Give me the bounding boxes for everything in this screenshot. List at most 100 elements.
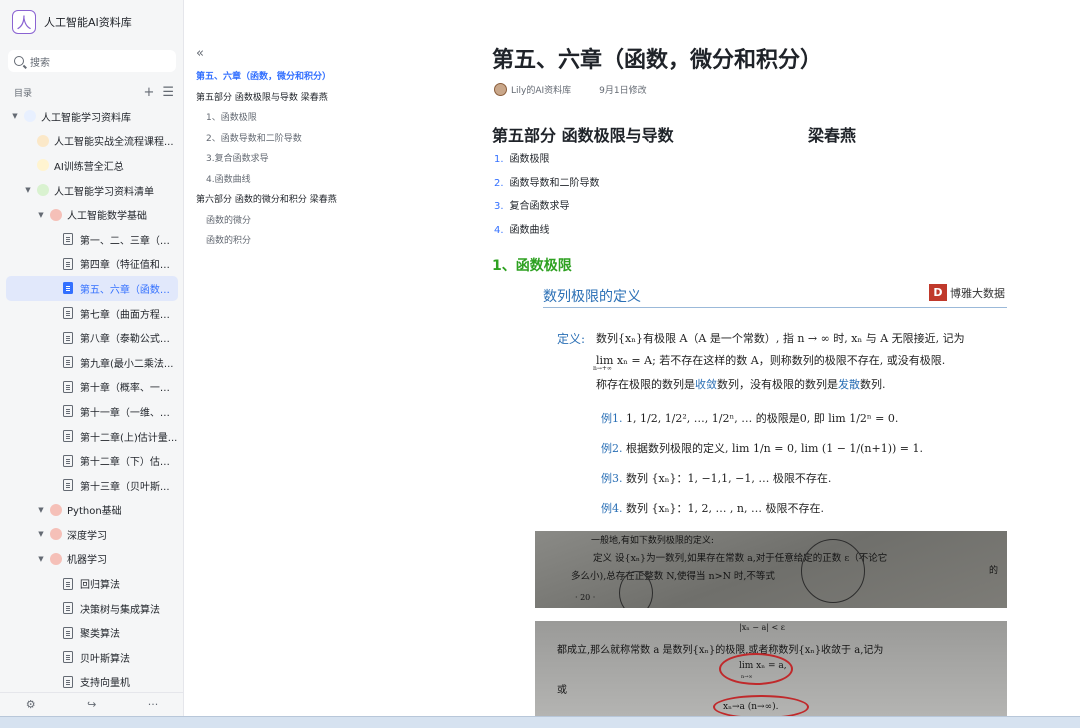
sidebar-tree-item[interactable]: 回归算法 [6, 571, 178, 596]
outline-item[interactable]: 2、函数导数和二阶导数 [196, 129, 466, 150]
sidebar-item-label: 第十三章（贝叶斯... [80, 481, 170, 493]
document-icon [63, 479, 73, 492]
sidebar-item-label: 贝叶斯算法 [80, 653, 130, 665]
sidebar-tree-item[interactable]: 支持向量机 [6, 670, 178, 695]
sidebar-tree-item[interactable]: ▼ 机器学习 [6, 547, 178, 572]
list-number: 4. [494, 224, 504, 236]
avatar[interactable] [494, 83, 507, 96]
modified-time: 9月1日修改 [599, 86, 647, 96]
sidebar-item-label: 第十一章（一维、二... [79, 407, 178, 419]
sidebar-tree-item[interactable]: 第四章（特征值和特... [6, 252, 178, 277]
def3-c: 数列. [860, 378, 886, 391]
sidebar-item-label: Python基础 [67, 506, 122, 518]
textbook-photo-2[interactable]: |xₙ − a| < ε 都成立,那么就称常数 a 是数列{xₙ}的极限,或者称… [535, 621, 1007, 716]
outline-item[interactable]: 第五部分 函数极限与导数 梁春燕 [196, 88, 466, 109]
brand[interactable]: 人 人工智能AI资料库 [12, 10, 132, 34]
node-icon [50, 552, 62, 565]
sidebar-item-label: 第八章（泰勒公式、... [79, 334, 178, 346]
sidebar-item-label: 支持向量机 [80, 678, 130, 690]
list-number: 1. [494, 154, 504, 165]
sidebar-tree-item[interactable]: 人工智能实战全流程课程... [6, 129, 178, 154]
list-text: 函数曲线 [509, 224, 550, 236]
sidebar-tree-item[interactable]: ▼ 人工智能学习资料库 [6, 104, 178, 129]
author-name[interactable]: Lily的AI资料库 [511, 83, 571, 96]
search-input[interactable]: 搜索 [8, 50, 176, 72]
list-settings-icon[interactable]: ☰ [162, 86, 174, 99]
sidebar-tree-item[interactable]: 第十三章（贝叶斯... [6, 473, 178, 498]
brand-logo-icon: 人 [12, 10, 36, 34]
collapse-outline-icon[interactable]: « [196, 46, 466, 61]
list-number: 2. [494, 177, 504, 189]
sidebar-tree-item[interactable]: 第十章（概率、一维... [6, 375, 178, 400]
node-icon [50, 528, 62, 541]
sidebar-tree-item[interactable]: 第十一章（一维、二... [6, 399, 178, 424]
example-1: 例1. 1, 1/2, 1/2², …, 1/2ⁿ, … 的极限是0, 即 li… [601, 410, 898, 426]
document-icon [63, 675, 73, 688]
node-icon [37, 184, 49, 197]
share-icon[interactable]: ↪ [87, 698, 96, 711]
outline-item[interactable]: 3.复合函数求导 [196, 149, 466, 170]
sidebar-item-label: 机器学习 [67, 555, 107, 567]
chevron-down-icon[interactable]: ▼ [23, 186, 33, 194]
sidebar-tree-item[interactable]: ▼ Python基础 [6, 498, 178, 523]
example-1-label: 例1. [601, 412, 623, 425]
document-icon [62, 282, 73, 295]
example-3: 例3. 数列 {xₙ}：1, −1,1, −1, … 极限不存在. [601, 470, 831, 486]
add-icon[interactable]: + [143, 86, 154, 99]
chevron-down-icon[interactable]: ▼ [10, 112, 20, 120]
sidebar-tree-item[interactable]: 第十二章（下）估计... [6, 448, 178, 473]
document-icon [62, 405, 73, 418]
sidebar-tree-item[interactable]: 第五、六章（函数，... [6, 276, 178, 301]
list-text: 函数导数和二阶导数 [509, 177, 600, 189]
ordered-list: 1. 函数极限 2. 函数导数和二阶导数 3. 复合函数求导 4. 函数曲线 [494, 150, 600, 244]
sidebar-tree-item[interactable]: ▼ 深度学习 [6, 522, 178, 547]
sidebar-item-label: 第十二章（下）估计... [79, 457, 178, 469]
chevron-down-icon[interactable]: ▼ [36, 530, 46, 538]
def3-divergent: 发散 [838, 378, 860, 391]
outline-item[interactable]: 1、函数极限 [196, 108, 466, 129]
sidebar-tree-item[interactable]: 聚类算法 [6, 620, 178, 645]
sidebar-tree-item[interactable]: 第七章（曲面方程、... [6, 301, 178, 326]
node-icon [37, 134, 49, 147]
sidebar-item-label: 回归算法 [80, 580, 120, 592]
red-circle-2 [713, 695, 809, 716]
outline-item[interactable]: 4.函数曲线 [196, 170, 466, 191]
node-icon [24, 110, 36, 123]
sidebar-tree-item[interactable]: 第一、二、三章（向... [6, 227, 178, 252]
chevron-down-icon[interactable]: ▼ [36, 506, 46, 514]
sidebar-item-label: 人工智能学习资料清单 [54, 186, 154, 198]
document-outline: « 第五、六章（函数，微分和积分） 第五部分 函数极限与导数 梁春燕 1、函数极限 2… [196, 46, 466, 252]
sidebar-tree-item[interactable]: 贝叶斯算法 [6, 645, 178, 670]
document-icon [63, 602, 73, 615]
textbook-photo-1[interactable]: 一般地,有如下数列极限的定义: 定义 设{xₙ}为一数列,如果存在常数 a,对于… [535, 531, 1007, 608]
section-heading: 第五部分 函数极限与导数 梁春燕 [492, 122, 856, 146]
settings-icon[interactable]: ⚙ [26, 698, 36, 711]
sidebar-tree-item[interactable]: AI训练营全汇总 [6, 153, 178, 178]
example-2-label: 例2. [601, 442, 623, 455]
outline-item[interactable]: 第五、六章（函数，微分和积分） [196, 67, 466, 88]
photo2-or: 或 [557, 685, 567, 696]
sidebar-tree-item[interactable]: 第八章（泰勒公式、... [6, 325, 178, 350]
node-icon [50, 208, 62, 221]
outline-item[interactable]: 函数的积分 [196, 231, 466, 252]
logo-text: 博雅大数据 [950, 286, 1005, 300]
chevron-down-icon[interactable]: ▼ [36, 555, 46, 563]
search-placeholder: 搜索 [30, 57, 50, 69]
photo1-side-text: 的 [989, 566, 999, 576]
sidebar-item-label: 第一、二、三章（向... [79, 235, 178, 247]
sidebar-tree-item[interactable]: 第九章(最小二乘法... [6, 350, 178, 375]
sidebar-tree-item[interactable]: ▼ 人工智能数学基础 [6, 202, 178, 227]
sidebar-item-label: 第十章（概率、一维... [79, 383, 178, 395]
more-icon[interactable]: ··· [148, 698, 159, 711]
sidebar-tree-item[interactable]: ▼ 人工智能学习资料清单 [6, 178, 178, 203]
definition-line-2: lim xₙ = A; 若不存在这样的数 A，则称数列的极限不存在, 或没有极限… [596, 354, 946, 367]
definition-line-3: 称存在极限的数列是收敛数列，没有极限的数列是发散数列. [596, 376, 886, 392]
doc-meta: Lily的AI资料库 9月1日修改 [494, 83, 647, 96]
outline-item[interactable]: 第六部分 函数的微分和积分 梁春燕 [196, 190, 466, 211]
sidebar-tree-item[interactable]: 决策树与集成算法 [6, 596, 178, 621]
sidebar-tree-item[interactable]: 第十二章(上)估计量... [6, 424, 178, 449]
outline-item[interactable]: 函数的微分 [196, 211, 466, 232]
slide-image[interactable]: 数列极限的定义 D 博雅大数据 定义: 数列{xₙ}有极限 A（A 是一个常数）… [535, 280, 1007, 526]
chevron-down-icon[interactable]: ▼ [36, 211, 46, 219]
document-icon [62, 233, 73, 246]
